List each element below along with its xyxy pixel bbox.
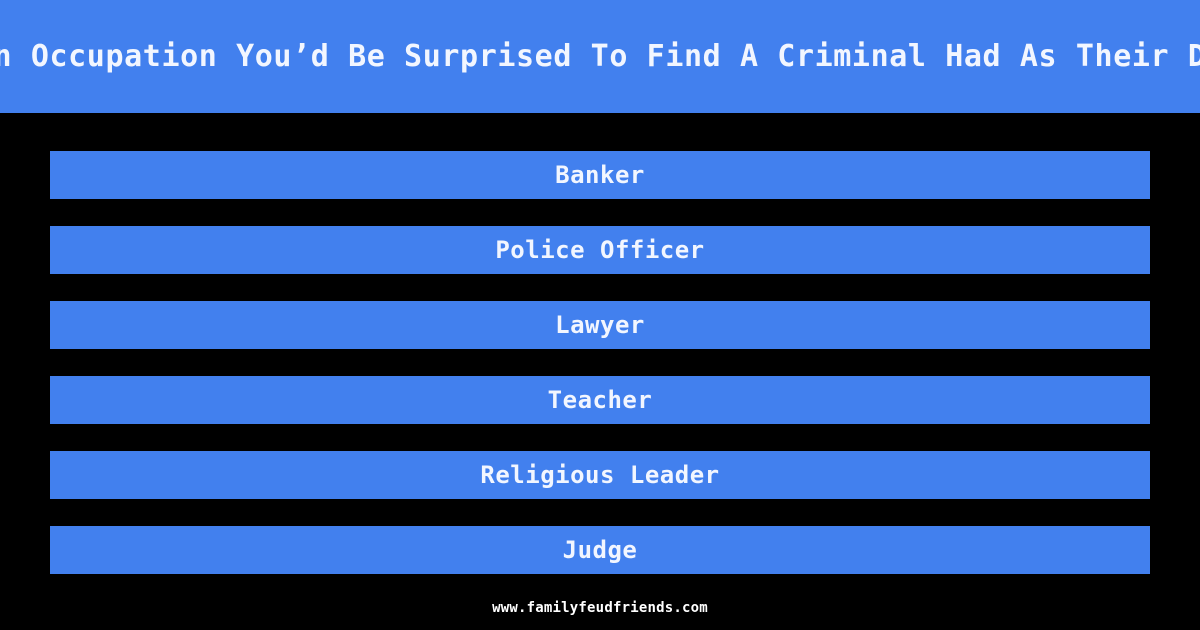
- answer-label: Religious Leader: [480, 461, 720, 489]
- answer-label: Lawyer: [555, 311, 645, 339]
- answer-row[interactable]: Police Officer: [50, 226, 1150, 274]
- answer-row[interactable]: Judge: [50, 526, 1150, 574]
- answer-list: Banker Police Officer Lawyer Teacher Rel…: [50, 151, 1150, 574]
- answer-row[interactable]: Banker: [50, 151, 1150, 199]
- question-title: Name An Occupation You’d Be Surprised To…: [0, 39, 1200, 74]
- answer-row[interactable]: Teacher: [50, 376, 1150, 424]
- answer-label: Judge: [562, 536, 638, 564]
- answer-label: Teacher: [547, 386, 653, 414]
- question-banner: Name An Occupation You’d Be Surprised To…: [0, 0, 1200, 113]
- footer: www.familyfeudfriends.com: [0, 597, 1200, 618]
- answer-row[interactable]: Lawyer: [50, 301, 1150, 349]
- answer-label: Banker: [555, 161, 645, 189]
- answer-card: Name An Occupation You’d Be Surprised To…: [0, 0, 1200, 630]
- answer-row[interactable]: Religious Leader: [50, 451, 1150, 499]
- answer-label: Police Officer: [495, 236, 705, 264]
- footer-site-url[interactable]: www.familyfeudfriends.com: [492, 600, 708, 616]
